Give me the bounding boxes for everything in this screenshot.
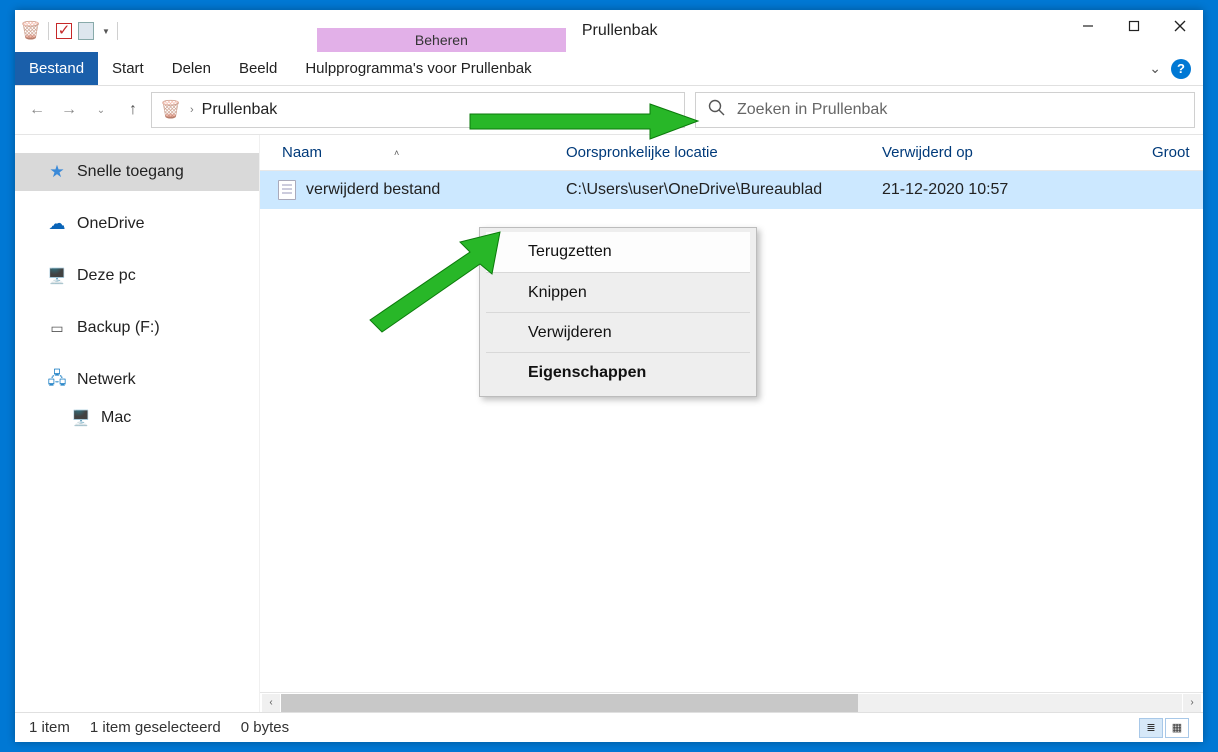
sidebar-item-label: Deze pc	[77, 267, 136, 285]
tab-view[interactable]: Beeld	[225, 52, 291, 85]
scroll-left-icon[interactable]: ‹	[262, 694, 280, 712]
navigation-row: ← → ⌄ ↑ 🗑️ › Prullenbak Zoeken in Prulle…	[15, 86, 1203, 134]
tab-start[interactable]: Start	[98, 52, 158, 85]
sidebar-item-onedrive[interactable]: ☁ OneDrive	[15, 205, 259, 243]
search-placeholder: Zoeken in Prullenbak	[737, 101, 887, 119]
qat-dropdown-icon[interactable]: ▼	[102, 27, 110, 36]
close-button[interactable]	[1157, 10, 1203, 42]
column-header-deleted[interactable]: Verwijderd op	[870, 144, 1140, 161]
sidebar-item-quick-access[interactable]: ★ Snelle toegang	[15, 153, 259, 191]
back-button[interactable]: ←	[23, 96, 51, 124]
sidebar-item-network[interactable]: 🖧 Netwerk	[15, 361, 259, 399]
status-item-count: 1 item	[29, 719, 70, 736]
network-icon: 🖧	[47, 371, 67, 389]
details-view-button[interactable]: ≣	[1139, 718, 1163, 738]
column-headers: Naam˄ Oorspronkelijke locatie Verwijderd…	[260, 135, 1203, 171]
address-bar[interactable]: 🗑️ › Prullenbak	[151, 92, 685, 128]
window-title: Prullenbak	[566, 10, 1065, 52]
context-menu-properties[interactable]: Eigenschappen	[486, 352, 750, 392]
context-menu: Terugzetten Knippen Verwijderen Eigensch…	[479, 227, 757, 397]
file-deleted-date: 21-12-2020 10:57	[870, 181, 1140, 199]
tab-recycle-tools[interactable]: Hulpprogramma's voor Prullenbak	[291, 52, 545, 85]
breadcrumb-separator-icon: ›	[190, 104, 194, 116]
star-icon: ★	[47, 163, 67, 181]
separator	[48, 22, 49, 40]
properties-qat-icon[interactable]: ✓	[56, 23, 72, 39]
sidebar-item-label: Snelle toegang	[77, 163, 184, 181]
drive-icon: ▭	[47, 319, 67, 337]
quick-access-toolbar: 🗑️ ✓ ▼	[15, 10, 127, 52]
context-menu-delete[interactable]: Verwijderen	[486, 312, 750, 352]
recycle-bin-icon: 🗑️	[21, 21, 41, 41]
search-icon	[708, 99, 725, 121]
context-menu-cut[interactable]: Knippen	[486, 272, 750, 312]
search-input[interactable]: Zoeken in Prullenbak	[695, 92, 1195, 128]
tab-file[interactable]: Bestand	[15, 52, 98, 85]
sort-asc-icon: ˄	[394, 148, 399, 158]
separator	[117, 22, 118, 40]
column-header-name[interactable]: Naam˄	[260, 144, 554, 161]
sidebar-item-backup-drive[interactable]: ▭ Backup (F:)	[15, 309, 259, 347]
column-header-size[interactable]: Groot	[1140, 144, 1203, 161]
file-name: verwijderd bestand	[306, 181, 440, 199]
help-icon[interactable]: ?	[1171, 59, 1191, 79]
status-bar: 1 item 1 item geselecteerd 0 bytes ≣ ▦	[15, 712, 1203, 742]
status-selected-count: 1 item geselecteerd	[90, 719, 221, 736]
scroll-right-icon[interactable]: ›	[1183, 694, 1201, 712]
file-icon	[278, 180, 296, 200]
new-document-icon[interactable]	[76, 21, 96, 41]
up-button[interactable]: ↑	[119, 96, 147, 124]
thumbnails-view-button[interactable]: ▦	[1165, 718, 1189, 738]
sidebar-item-label: OneDrive	[77, 215, 145, 233]
file-list-pane: Naam˄ Oorspronkelijke locatie Verwijderd…	[259, 135, 1203, 712]
history-dropdown-icon[interactable]: ⌄	[87, 96, 115, 124]
recycle-bin-icon: 🗑️	[160, 99, 182, 121]
breadcrumb-item[interactable]: Prullenbak	[202, 101, 278, 119]
pc-icon: 🖥️	[71, 409, 91, 427]
scroll-track[interactable]	[281, 694, 1182, 712]
horizontal-scrollbar[interactable]: ‹ ›	[260, 692, 1203, 712]
contextual-tab-header: Beheren	[317, 28, 566, 52]
table-row[interactable]: verwijderd bestand C:\Users\user\OneDriv…	[260, 171, 1203, 209]
scroll-thumb[interactable]	[281, 694, 858, 712]
sidebar-item-label: Netwerk	[77, 371, 136, 389]
tab-share[interactable]: Delen	[158, 52, 225, 85]
forward-button[interactable]: →	[55, 96, 83, 124]
sidebar-item-label: Backup (F:)	[77, 319, 160, 337]
maximize-button[interactable]	[1111, 10, 1157, 42]
column-header-location[interactable]: Oorspronkelijke locatie	[554, 144, 870, 161]
ribbon-tabs: Bestand Start Delen Beeld Hulpprogramma'…	[15, 52, 1203, 86]
explorer-window: 🗑️ ✓ ▼ Beheren Prullenbak Bestan	[15, 10, 1203, 742]
status-bytes: 0 bytes	[241, 719, 289, 736]
cloud-icon: ☁	[47, 215, 67, 233]
titlebar: 🗑️ ✓ ▼ Beheren Prullenbak	[15, 10, 1203, 52]
navigation-pane: ★ Snelle toegang ☁ OneDrive 🖥️ Deze pc ▭…	[15, 135, 259, 712]
minimize-button[interactable]	[1065, 10, 1111, 42]
sidebar-item-this-pc[interactable]: 🖥️ Deze pc	[15, 257, 259, 295]
sidebar-item-mac[interactable]: 🖥️ Mac	[15, 399, 259, 437]
ribbon-collapse-icon[interactable]: ⌄	[1149, 60, 1161, 77]
sidebar-item-label: Mac	[101, 409, 131, 427]
file-original-location: C:\Users\user\OneDrive\Bureaublad	[554, 181, 870, 199]
context-menu-restore[interactable]: Terugzetten	[486, 232, 750, 272]
pc-icon: 🖥️	[47, 267, 67, 285]
